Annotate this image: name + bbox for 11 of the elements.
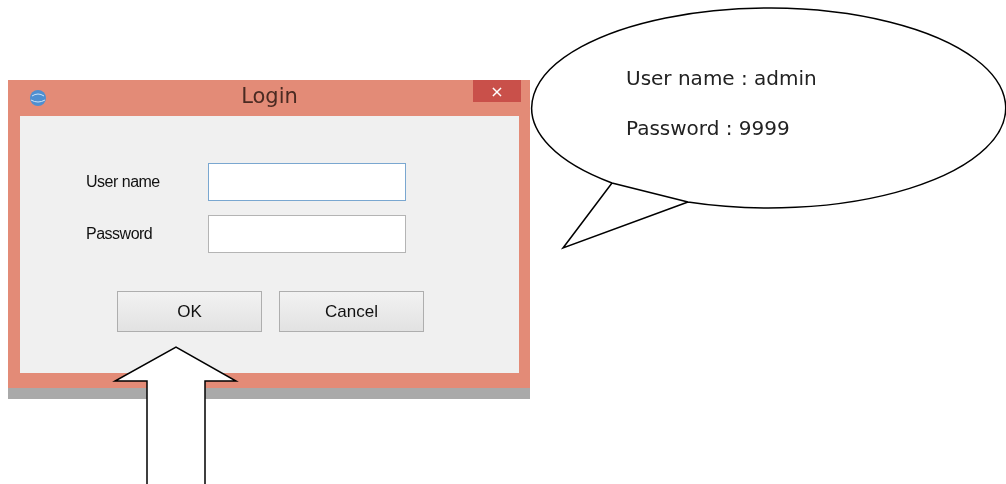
field-label: Password [86,225,154,243]
globe-icon [29,89,47,107]
dialog-button[interactable]: Cancel [279,291,424,332]
callout-text: User name : admin [626,66,817,90]
window-title: Login [241,84,298,108]
dialog-button[interactable]: OK [117,291,262,332]
callout-text: Password : 9999 [626,116,790,140]
field-label: User name [86,173,161,191]
input-field[interactable] [208,215,406,253]
close-button[interactable]: × [473,80,521,102]
input-field[interactable] [208,163,406,201]
